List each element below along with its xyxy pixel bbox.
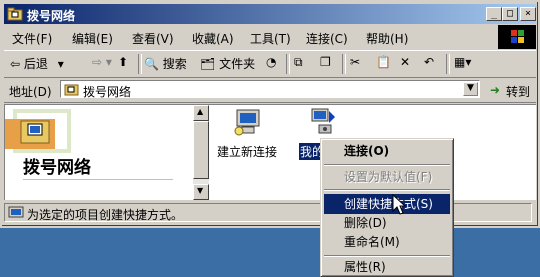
undo-button[interactable]: ↶ [424,55,434,69]
up-folder-button[interactable]: ⬆ [118,55,128,69]
up-folder-icon: ⬆ [118,55,129,69]
copy-to-button[interactable]: ❐ [320,55,331,69]
status-text: 为选定的项目创建快捷方式。 [27,208,184,222]
menu-separator [324,189,450,191]
standard-toolbar: ⇦ 后退 ▾ ⇨ ▾ ⬆ 🔍 搜索 🗂 文件夹 ◔ ⧉ ❐ ✂ 📋 ✕ ↶ ▦▾ [4,50,536,78]
paste-icon: 📋 [376,55,391,69]
chevron-up-icon: ▲ [197,107,204,116]
menu-edit[interactable]: 编辑(E) [72,30,113,47]
dialup-folder-icon [64,84,79,96]
new-connection-icon [234,109,260,136]
views-icon: ▦ [454,55,466,69]
panel-divider [23,179,173,180]
dialup-folder-icon [7,7,23,21]
address-dropdown-button[interactable]: ▼ [463,82,478,96]
chevron-down-icon: ▼ [197,186,204,195]
ctx-connect[interactable]: 连接(O) [324,141,450,161]
ctx-delete[interactable]: 删除(D) [324,213,450,233]
folders-button[interactable]: 🗂 文件夹 [200,55,255,72]
search-icon: 🔍 [144,57,159,71]
address-value: 拨号网络 [83,85,132,99]
menu-separator [324,164,450,166]
vertical-scrollbar[interactable]: ▲ ▼ [193,105,209,200]
move-to-button[interactable]: ⧉ [294,55,303,70]
scroll-thumb[interactable] [193,121,209,179]
menu-tools[interactable]: 工具(T) [250,30,291,47]
address-label: 地址(D) [9,85,52,99]
toolbar-separator [138,54,142,74]
window-title: 拨号网络 [27,9,76,23]
delete-icon: ✕ [400,55,411,69]
mouse-cursor-icon [392,194,406,215]
folders-icon: 🗂 [200,57,216,71]
windows-logo-icon [498,25,536,49]
search-button[interactable]: 🔍 搜索 [144,55,187,72]
explorer-window: 拨号网络 _ □ × 文件(F) 编辑(E) 查看(V) 收藏(A) 工具(T)… [0,0,540,228]
scroll-down-button[interactable]: ▼ [193,184,209,200]
address-input[interactable]: 拨号网络 ▼ [60,80,480,99]
search-label: 搜索 [162,57,187,71]
ctx-properties[interactable]: 属性(R) [324,257,450,277]
back-label: 后退 [23,57,48,71]
menu-view[interactable]: 查看(V) [132,30,174,47]
web-view-panel: 拨号网络 [5,105,193,200]
toolbar-separator [342,54,346,74]
cut-icon: ✂ [350,55,361,69]
forward-dropdown-icon: ▾ [105,55,112,69]
close-button[interactable]: × [520,7,536,21]
ctx-set-default: 设置为默认值(F) [344,170,433,184]
title-bar[interactable]: 拨号网络 _ □ × [4,4,536,24]
new-connection-label: 建立新连接 [217,145,278,159]
menu-file[interactable]: 文件(F) [12,30,52,47]
ctx-create-shortcut[interactable]: 创建快捷方式(S) [324,194,450,214]
status-icon [8,206,24,218]
minimize-button[interactable]: _ [486,7,502,21]
views-button[interactable]: ▦▾ [454,55,471,69]
delete-button[interactable]: ✕ [400,55,410,69]
go-label: 转到 [506,85,531,99]
ctx-rename[interactable]: 重命名(M) [324,232,450,252]
new-connection-item[interactable]: 建立新连接 [217,107,279,159]
back-dropdown-icon[interactable]: ▾ [58,57,64,71]
menu-favorites[interactable]: 收藏(A) [192,30,234,47]
context-menu: 连接(O) 设置为默认值(F) 创建快捷方式(S) 删除(D) 重命名(M) 属… [320,138,454,277]
maximize-button[interactable]: □ [502,7,518,21]
forward-arrow-icon: ⇨ [92,55,103,69]
cut-button[interactable]: ✂ [350,55,360,69]
menu-help[interactable]: 帮助(H) [366,30,408,47]
undo-icon: ↶ [424,55,435,69]
toolbar-separator [446,54,450,74]
menu-connections[interactable]: 连接(C) [306,30,348,47]
folder-content: 拨号网络 ▲ ▼ 建立新连接 [4,104,536,200]
toolbar-separator [286,54,290,74]
connection-icon [311,108,335,134]
history-icon: ◔ [266,55,277,69]
address-bar: 地址(D) 拨号网络 ▼ ➜ 转到 [4,78,536,103]
chevron-down-icon: ▼ [467,83,474,93]
back-button[interactable]: ⇦ 后退 ▾ [10,55,64,72]
scroll-up-button[interactable]: ▲ [193,105,209,121]
panel-title: 拨号网络 [23,158,91,178]
menu-bar: 文件(F) 编辑(E) 查看(V) 收藏(A) 工具(T) 连接(C) 帮助(H… [4,26,536,48]
dialup-networking-icon [20,120,50,144]
copy-to-icon: ❐ [320,55,331,69]
move-to-icon: ⧉ [294,55,303,69]
go-arrow-icon: ➜ [490,83,501,97]
views-dropdown-icon: ▾ [465,55,472,69]
paste-button[interactable]: 📋 [376,55,391,69]
folders-label: 文件夹 [219,57,256,71]
back-arrow-icon: ⇦ [10,57,21,71]
history-button[interactable]: ◔ [266,55,276,69]
forward-button[interactable]: ⇨ ▾ [92,55,112,69]
go-button[interactable]: ➜ 转到 [486,80,536,100]
status-bar: 为选定的项目创建快捷方式。 [4,202,536,224]
